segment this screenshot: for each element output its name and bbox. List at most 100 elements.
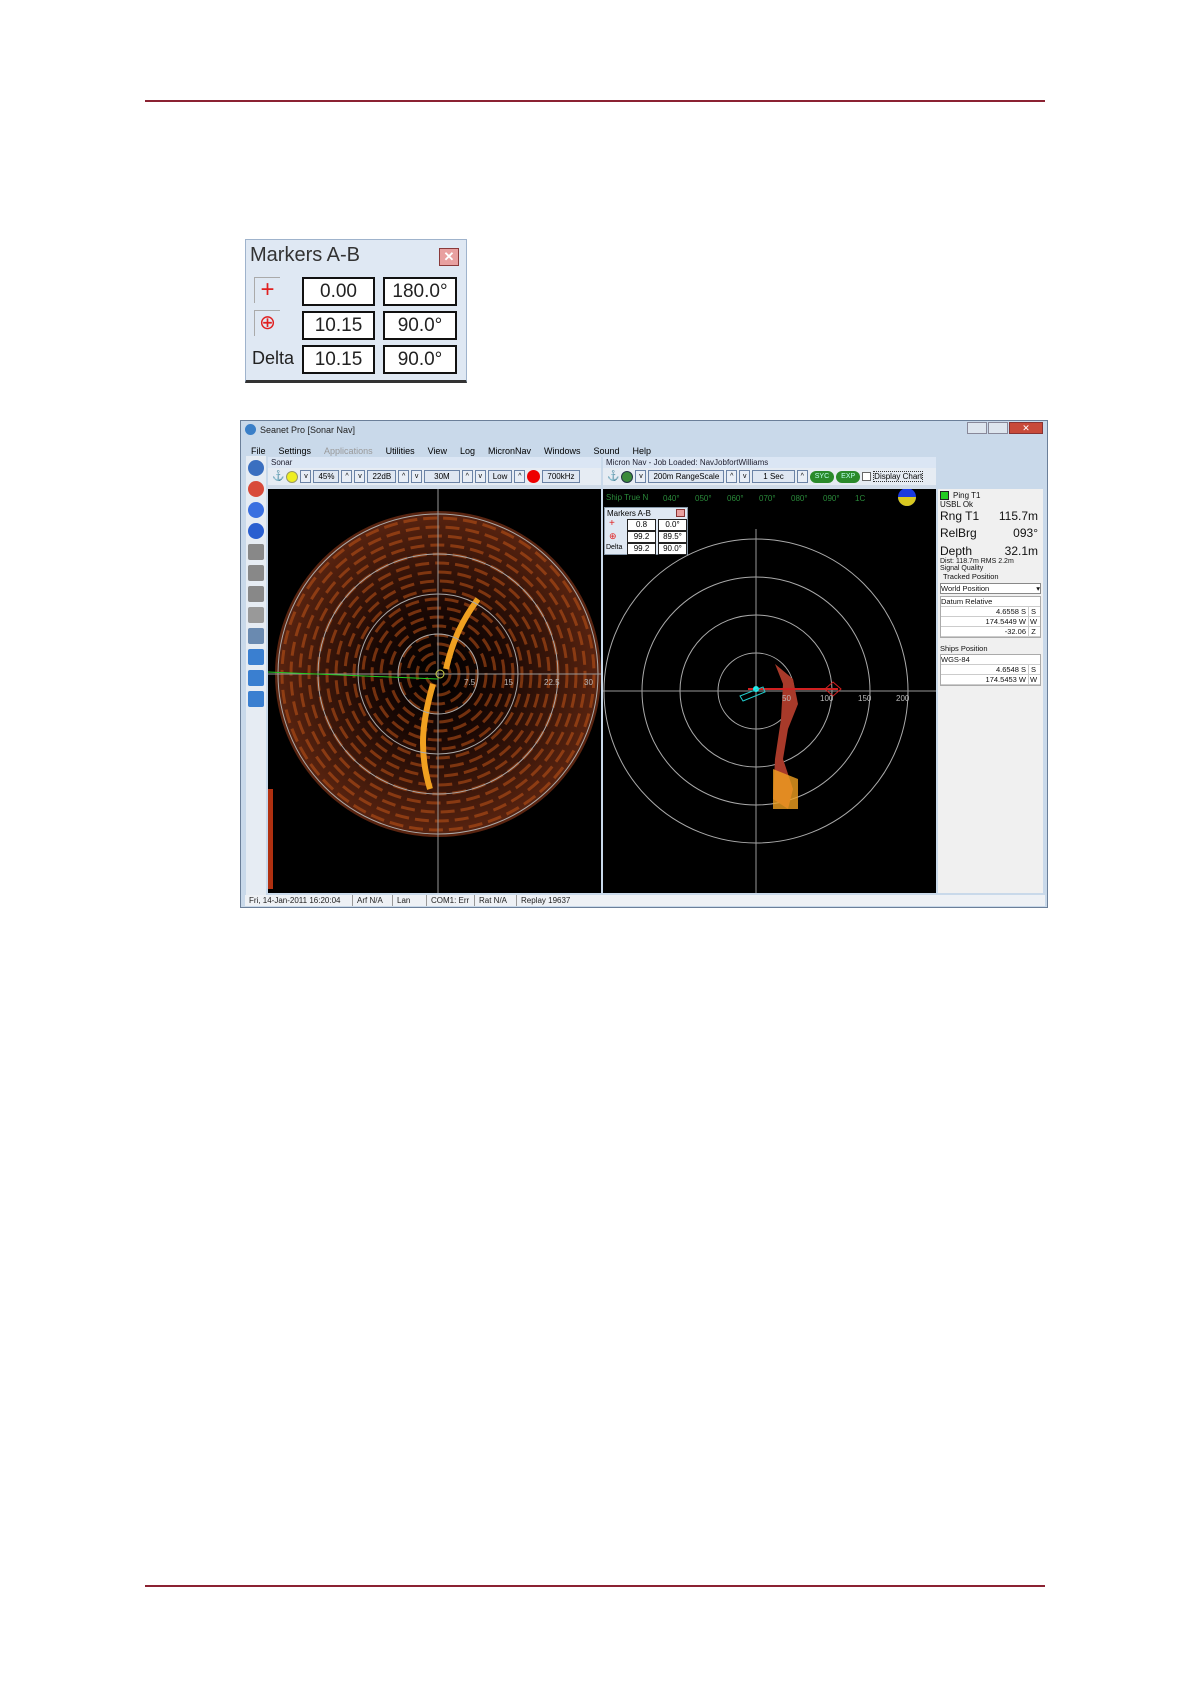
marker-a-range: 0.00 [302,277,375,306]
status-lan: Lan [393,895,427,906]
heading-tick-label: 040° [663,494,680,503]
status-com1: COM1: Err [427,895,475,906]
position-value: 4.6548 S [995,665,1026,674]
status-replay: Replay 19637 [521,896,571,905]
title-bar: Seanet Pro [Sonar Nav] [245,424,355,435]
sonar-app-icon[interactable] [248,460,264,476]
range-scale-down[interactable]: v [635,470,647,483]
mode-value: Low [487,470,513,483]
crosshair-circle-marker-icon[interactable]: ⊕ [609,531,617,542]
status-led-icon[interactable] [621,470,634,483]
depth-value: 32.1m [1004,544,1038,558]
interval-value: 1 Sec [752,470,795,483]
markers-dialog: Markers A-B ✕ + ⊕ Delta 0.00 180.0° 10.1… [245,239,467,383]
contrast-up[interactable]: ^ [398,470,410,483]
range-value: 115.7m [998,509,1038,523]
mode-up[interactable]: ^ [514,470,526,483]
menu-micronnav[interactable]: MicronNav [488,446,531,456]
display-chart-checkbox[interactable] [862,472,872,481]
menu-windows[interactable]: Windows [544,446,581,456]
position-value: 4.6558 S [995,607,1026,616]
sonar-display[interactable]: 7.5 15 22.5 30 [268,489,601,893]
contrast-value: 22dB [367,470,397,483]
transducer-icon[interactable]: ⚓ [272,471,284,482]
range-label: 15 [504,678,513,687]
menu-log[interactable]: Log [460,446,475,456]
cross-marker-icon[interactable]: + [254,277,280,303]
delta-bearing: 90.0° [658,543,687,555]
range-label: 200 [896,694,910,703]
printer-icon[interactable] [248,544,264,560]
display-chart-label[interactable]: Display Chart [873,471,924,482]
range-value: 30M [424,470,460,483]
printer-icon[interactable] [248,586,264,602]
interval-down[interactable]: v [739,470,751,483]
exp-button[interactable]: EXP [836,470,861,483]
monitor-icon[interactable] [248,649,264,665]
range-scale-value: 200m RangeScale [648,470,725,483]
range-up[interactable]: ^ [461,470,473,483]
tracked-rows: 4.6558 S S 174.5449 W W -32.06 Z [941,607,1040,637]
delta-label: Delta [252,348,295,368]
close-button[interactable]: ✕ [1009,422,1043,434]
interval-up[interactable]: ^ [796,470,808,483]
monitor-icon[interactable] [248,670,264,686]
maximize-button[interactable] [988,422,1008,434]
close-button[interactable]: ✕ [439,248,459,266]
marker-b-range: 10.15 [302,311,375,340]
menu-file[interactable]: File [251,446,266,456]
record-icon[interactable] [248,481,264,497]
depth-label: Depth [940,544,973,558]
syc-button[interactable]: SYC [809,470,835,483]
menu-applications[interactable]: Applications [324,446,373,456]
contrast-down[interactable]: v [354,470,366,483]
nav-icon[interactable] [248,502,264,518]
heading-tick-label: 1C [855,494,865,503]
dialog-title: Markers A-B [607,509,652,518]
menu-utilities[interactable]: Utilities [386,446,415,456]
range-label: 50 [782,694,791,703]
nav-panel-title: Micron Nav - Job Loaded: NavJobfortWilli… [603,457,936,468]
menu-settings[interactable]: Settings [279,446,312,456]
printer-icon[interactable] [248,607,264,623]
heading-label: Ship True N [606,493,648,502]
sun-icon[interactable] [286,470,299,483]
minimize-button[interactable] [967,422,987,434]
position-row: 174.5453 WW [941,675,1040,685]
sonar-panel-title: Sonar [268,457,601,468]
position-axis: W [1028,617,1038,626]
heading-tick-label: 090° [823,494,840,503]
transducer-icon[interactable]: ⚓ [607,471,619,482]
delta-label: Delta [606,544,623,551]
frequency-value: 700kHz [542,470,580,483]
footer-rule [145,1585,1045,1587]
gain-value: 45% [313,470,340,483]
mode-down[interactable]: v [474,470,486,483]
menu-sound[interactable]: Sound [594,446,620,456]
crosshair-circle-marker-icon[interactable]: ⊕ [254,310,280,336]
nav-markers-dialog: Markers A-B + ⊕ Delta 0.8 0.0° 99.2 89.5… [604,507,688,555]
cross-marker-icon[interactable]: + [609,518,615,529]
position-row: 4.6558 SS [941,607,1040,617]
dialog-title: Markers A-B [250,244,361,266]
gain-down[interactable]: v [300,470,312,483]
marker-a-bearing: 180.0° [383,277,457,306]
menu-help[interactable]: Help [633,446,652,456]
range-label: 100 [820,694,834,703]
range-down[interactable]: v [411,470,423,483]
relbrg-value: 093° [1013,526,1038,540]
position-type-select[interactable]: World Position ▾ [940,583,1041,594]
gain-up[interactable]: ^ [341,470,353,483]
close-button[interactable] [676,509,685,517]
position-value: 174.5449 W [985,617,1026,626]
left-toolbar [246,456,266,896]
record-button[interactable] [527,470,541,483]
sonar-panel: Sonar ⚓ v 45% ^ v 22dB ^ v 30M ^ v Low ^ 700kHz … [268,457,601,893]
shield-icon[interactable] [248,523,264,539]
range-scale-up[interactable]: ^ [726,470,738,483]
position-axis: W [1028,675,1038,684]
window-icon[interactable] [248,628,264,644]
menu-view[interactable]: View [428,446,447,456]
monitor-icon[interactable] [248,691,264,707]
printer-icon[interactable] [248,565,264,581]
